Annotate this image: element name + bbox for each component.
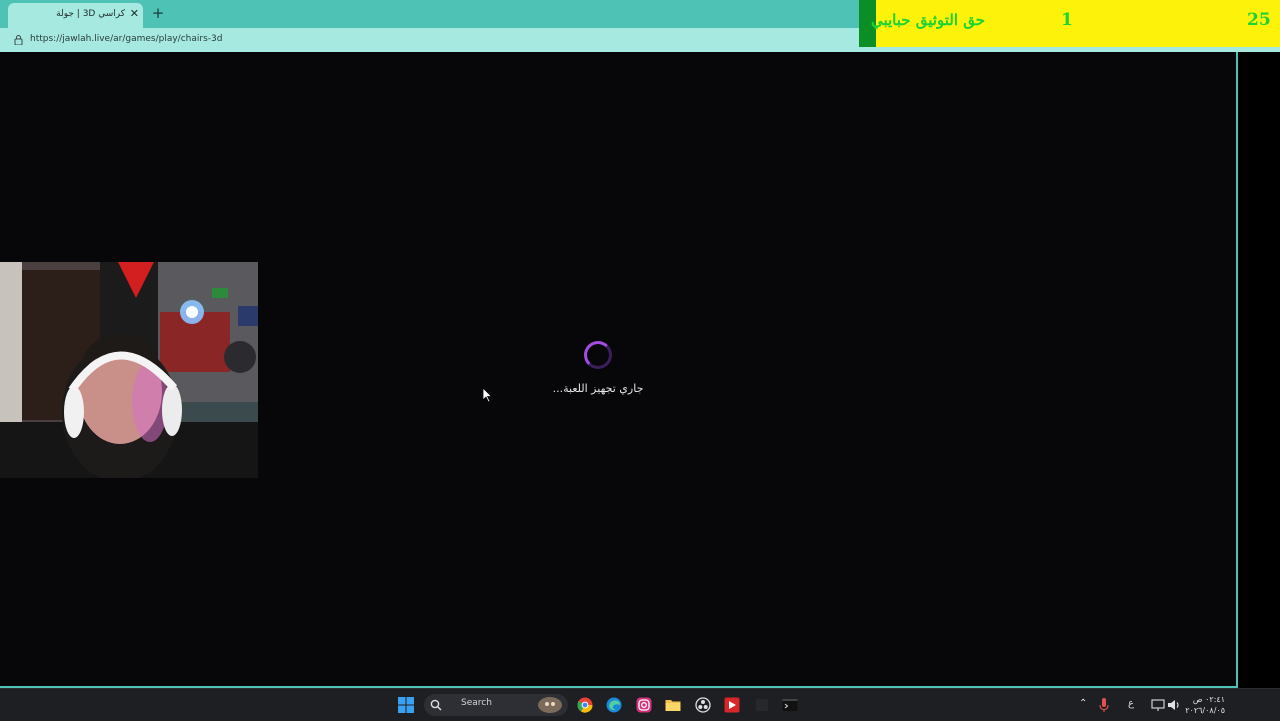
tray-time-text: ٠٢:٤١ ص — [1192, 695, 1225, 704]
taskbar-search-box[interactable]: Search — [424, 694, 568, 716]
new-tab-button[interactable]: + — [150, 5, 166, 21]
windows-start-icon[interactable] — [398, 697, 414, 713]
microphone-icon[interactable] — [1098, 697, 1110, 713]
app-icon[interactable] — [754, 697, 770, 713]
tab-title: كراسي 3D | جولة — [56, 9, 125, 19]
loading-spinner — [584, 341, 612, 369]
tray-date-text: ٢٠٢٦/٠٨/٠٥ — [1185, 706, 1225, 715]
chrome-icon[interactable] — [577, 697, 593, 713]
mouse-cursor-icon — [482, 387, 493, 403]
search-icon — [430, 699, 442, 711]
search-highlight-icon — [538, 697, 562, 713]
windows-taskbar: Search ⌃ ع ٠٢:٤١ ص ٢٠٢٦/٠٨/٠٥ — [0, 688, 1280, 721]
webcam-illustration — [0, 262, 258, 478]
tray-clock[interactable]: ٠٢:٤١ ص ٢٠٢٦/٠٨/٠٥ — [1185, 694, 1225, 716]
terminal-icon[interactable] — [782, 697, 798, 713]
obs-icon[interactable] — [695, 697, 711, 713]
right-edge-strip — [1238, 52, 1280, 688]
lock-icon[interactable] — [14, 35, 23, 45]
webcam-feed — [0, 262, 258, 478]
input-language-indicator[interactable]: ع — [1128, 698, 1134, 709]
browser-tab[interactable]: كراسي 3D | جولة ✕ — [8, 3, 143, 28]
network-icon[interactable] — [1150, 697, 1166, 713]
loading-text: جاري تجهيز اللعبة... — [552, 382, 644, 395]
file-explorer-icon[interactable] — [665, 697, 681, 713]
overlay-label: حق التوثيق حبايبي — [870, 11, 985, 29]
overlay-score: 25 — [1247, 10, 1271, 30]
streaming-app-icon[interactable] — [724, 697, 740, 713]
stream-overlay: حق التوثيق حبايبي 1 25 — [859, 0, 1280, 47]
volume-icon[interactable] — [1166, 697, 1182, 713]
instagram-icon[interactable] — [636, 697, 652, 713]
overlay-count: 1 — [1061, 10, 1073, 30]
tray-overflow-chevron-icon[interactable]: ⌃ — [1079, 698, 1087, 709]
url-text[interactable]: https://jawlah.live/ar/games/play/chairs… — [30, 34, 222, 44]
edge-icon[interactable] — [606, 697, 622, 713]
search-label: Search — [461, 698, 492, 708]
tab-close-icon[interactable]: ✕ — [130, 7, 139, 21]
